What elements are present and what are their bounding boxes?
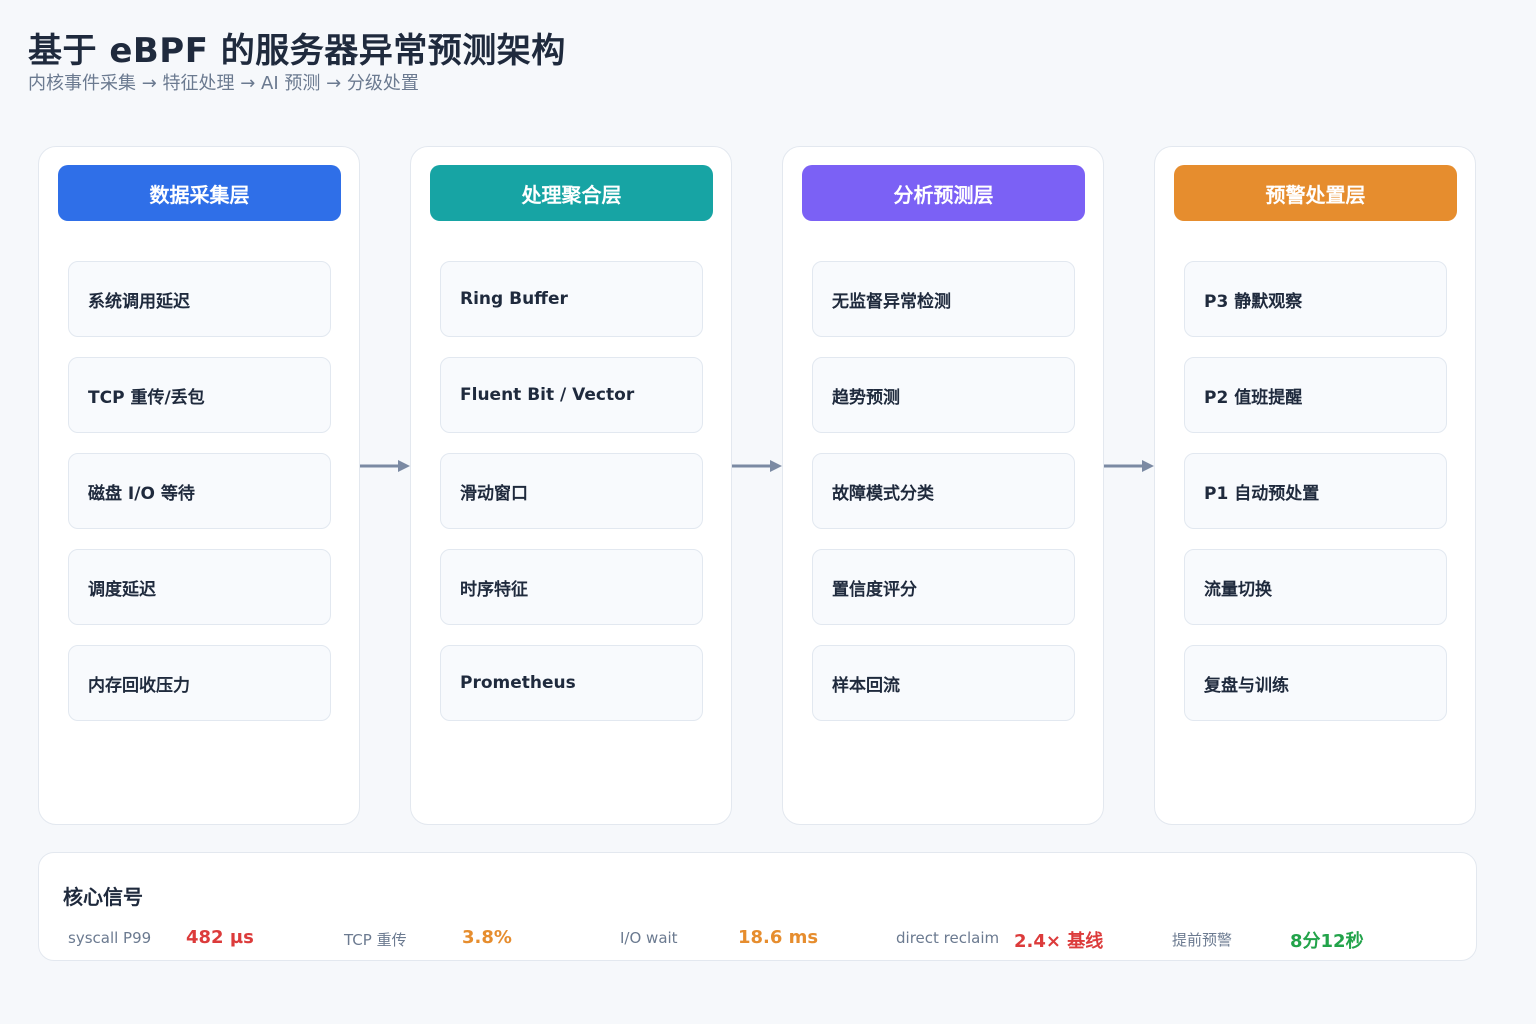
column-header: 预警处置层: [1174, 165, 1457, 221]
flow-arrow-icon: [360, 460, 410, 472]
signal-label: syscall P99: [68, 929, 152, 947]
column-header: 数据采集层: [58, 165, 341, 221]
layer-item: 时序特征: [440, 549, 703, 625]
page-title: 基于 eBPF 的服务器异常预测架构: [28, 31, 566, 71]
signal-value: 2.4× 基线: [1014, 931, 1104, 952]
layer-item: 流量切换: [1184, 549, 1447, 625]
core-signals-panel: 核心信号 syscall P99 482 µs TCP 重传 3.8% I/O …: [38, 852, 1477, 961]
signal-value: 8分12秒: [1290, 931, 1364, 952]
layer-item: 磁盘 I/O 等待: [68, 453, 331, 529]
signal-label: direct reclaim: [896, 929, 1000, 947]
layer-item: Ring Buffer: [440, 261, 703, 337]
layer-item: 调度延迟: [68, 549, 331, 625]
layer-item: 趋势预测: [812, 357, 1075, 433]
layer-item: TCP 重传/丢包: [68, 357, 331, 433]
page-subtitle: 内核事件采集 → 特征处理 → AI 预测 → 分级处置: [28, 73, 419, 94]
column-processing: 处理聚合层 Ring Buffer Fluent Bit / Vector 滑动…: [410, 146, 732, 825]
layer-item: 内存回收压力: [68, 645, 331, 721]
signals-title: 核心信号: [63, 885, 143, 909]
signal-label: I/O wait: [620, 929, 678, 947]
signal-value: 482 µs: [186, 927, 254, 948]
flow-arrow-icon: [1104, 460, 1154, 472]
layer-item: Prometheus: [440, 645, 703, 721]
signal-label: TCP 重传: [344, 931, 407, 949]
column-header: 处理聚合层: [430, 165, 713, 221]
column-alert-handling: 预警处置层 P3 静默观察 P2 值班提醒 P1 自动预处置 流量切换 复盘与训…: [1154, 146, 1476, 825]
layer-item: 置信度评分: [812, 549, 1075, 625]
layer-item: 无监督异常检测: [812, 261, 1075, 337]
column-analysis: 分析预测层 无监督异常检测 趋势预测 故障模式分类 置信度评分 样本回流: [782, 146, 1104, 825]
flow-arrow-icon: [732, 460, 782, 472]
layer-item: P2 值班提醒: [1184, 357, 1447, 433]
layer-item: P3 静默观察: [1184, 261, 1447, 337]
layer-item: 故障模式分类: [812, 453, 1075, 529]
architecture-diagram: 基于 eBPF 的服务器异常预测架构 内核事件采集 → 特征处理 → AI 预测…: [0, 0, 1536, 1024]
signal-value: 18.6 ms: [738, 927, 819, 948]
layer-item: Fluent Bit / Vector: [440, 357, 703, 433]
layer-item: 样本回流: [812, 645, 1075, 721]
layer-item: 复盘与训练: [1184, 645, 1447, 721]
layer-item: P1 自动预处置: [1184, 453, 1447, 529]
column-header: 分析预测层: [802, 165, 1085, 221]
column-data-collection: 数据采集层 系统调用延迟 TCP 重传/丢包 磁盘 I/O 等待 调度延迟 内存…: [38, 146, 360, 825]
signal-label: 提前预警: [1172, 931, 1233, 949]
layer-item: 滑动窗口: [440, 453, 703, 529]
layer-item: 系统调用延迟: [68, 261, 331, 337]
signal-value: 3.8%: [462, 927, 512, 948]
